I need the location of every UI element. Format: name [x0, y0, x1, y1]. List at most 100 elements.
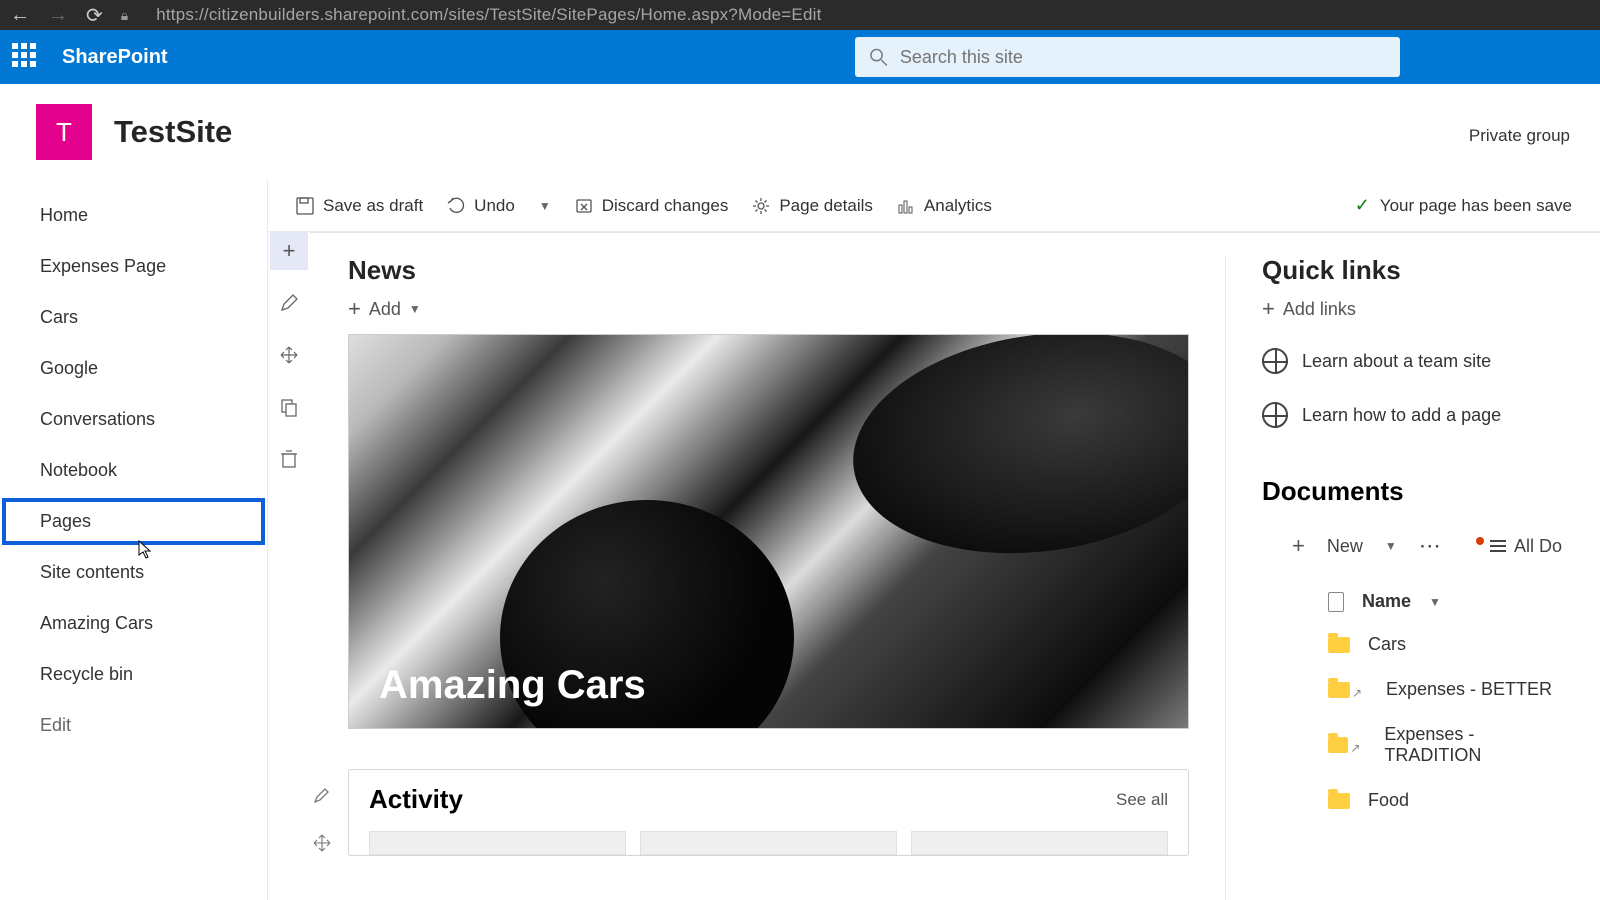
nav-google[interactable]: Google [0, 343, 267, 394]
edit-webpart-icon[interactable] [305, 778, 339, 812]
browser-chrome: ← → ⟳ 🔒︎ https://citizenbuilders.sharepo… [0, 0, 1600, 30]
nav-pages-label: Pages [40, 511, 91, 531]
delete-section-icon[interactable] [270, 440, 308, 478]
app-launcher-icon[interactable] [12, 43, 40, 71]
address-bar[interactable]: https://citizenbuilders.sharepoint.com/s… [156, 5, 821, 25]
left-nav: Home Expenses Page Cars Google Conversat… [0, 180, 268, 900]
save-as-draft-label: Save as draft [323, 196, 423, 216]
save-icon [296, 197, 314, 215]
site-header: T TestSite Private group [0, 84, 1600, 180]
activity-card[interactable] [640, 831, 897, 855]
site-title[interactable]: TestSite [114, 114, 232, 150]
documents-column-header[interactable]: Name ▼ [1262, 581, 1562, 622]
save-status-label: Your page has been save [1380, 196, 1572, 216]
chevron-down-icon: ▼ [409, 302, 421, 316]
news-hero-card[interactable]: Amazing Cars [348, 334, 1189, 729]
quick-link-label: Learn how to add a page [1302, 405, 1501, 426]
command-bar: Save as draft Undo ▼ Discard changes Pag… [268, 180, 1600, 232]
folder-icon [1328, 637, 1350, 653]
discard-changes-button[interactable]: Discard changes [575, 196, 729, 216]
column-divider [1225, 255, 1226, 900]
undo-button[interactable]: Undo [447, 196, 515, 216]
analytics-button[interactable]: Analytics [897, 196, 992, 216]
news-add-button[interactable]: + Add ▼ [348, 296, 1189, 322]
activity-heading: Activity [369, 784, 463, 815]
activity-card[interactable] [369, 831, 626, 855]
quick-link-item[interactable]: Learn about a team site [1262, 334, 1562, 388]
quick-links-heading: Quick links [1262, 255, 1562, 286]
search-box[interactable] [855, 37, 1400, 77]
document-row[interactable]: Cars [1262, 622, 1562, 667]
nav-expenses-page[interactable]: Expenses Page [0, 241, 267, 292]
nav-amazing-cars[interactable]: Amazing Cars [0, 598, 267, 649]
suite-app-name[interactable]: SharePoint [62, 46, 168, 69]
activity-card[interactable] [911, 831, 1168, 855]
news-add-label: Add [369, 299, 401, 320]
chevron-down-icon[interactable]: ▼ [1429, 595, 1441, 609]
nav-conversations[interactable]: Conversations [0, 394, 267, 445]
documents-new-button[interactable]: New [1327, 536, 1363, 557]
quick-link-item[interactable]: Learn how to add a page [1262, 388, 1562, 442]
search-input[interactable] [900, 47, 1386, 68]
documents-view-label[interactable]: All Do [1514, 536, 1562, 557]
site-logo[interactable]: T [36, 104, 92, 160]
more-icon[interactable]: ⋯ [1419, 533, 1443, 559]
quick-links-add-label: Add links [1283, 299, 1356, 320]
document-name: Cars [1368, 634, 1406, 655]
document-row[interactable]: ↗ Expenses - TRADITION [1262, 712, 1562, 778]
add-section-button[interactable]: + [270, 232, 308, 270]
plus-icon: + [348, 296, 361, 322]
search-icon [869, 47, 888, 67]
undo-dropdown-icon[interactable]: ▼ [539, 199, 551, 213]
nav-edit[interactable]: Edit [0, 700, 267, 751]
quick-links-add-button[interactable]: + Add links [1262, 296, 1562, 322]
documents-col-name: Name [1362, 591, 1411, 612]
save-as-draft-button[interactable]: Save as draft [296, 196, 423, 216]
move-section-icon[interactable] [270, 336, 308, 374]
discard-icon [575, 197, 593, 215]
news-heading: News [348, 255, 1189, 286]
nav-cars[interactable]: Cars [0, 292, 267, 343]
folder-icon [1328, 793, 1350, 809]
view-list-icon[interactable] [1490, 540, 1506, 552]
documents-heading: Documents [1262, 476, 1562, 507]
activity-webpart[interactable]: Activity See all [348, 769, 1189, 856]
alert-dot-icon [1476, 537, 1484, 545]
activity-see-all[interactable]: See all [1116, 790, 1168, 810]
nav-notebook[interactable]: Notebook [0, 445, 267, 496]
move-webpart-icon[interactable] [305, 826, 339, 860]
page-details-label: Page details [779, 196, 873, 216]
globe-icon [1262, 348, 1288, 374]
analytics-label: Analytics [924, 196, 992, 216]
edit-section-icon[interactable] [270, 284, 308, 322]
check-icon: ✓ [1355, 195, 1370, 216]
news-hero-title: Amazing Cars [379, 663, 646, 708]
quick-link-label: Learn about a team site [1302, 351, 1491, 372]
document-name: Expenses - TRADITION [1384, 724, 1562, 766]
folder-icon [1328, 737, 1348, 753]
page-details-button[interactable]: Page details [752, 196, 873, 216]
section-toolbox: + [268, 232, 310, 900]
nav-home[interactable]: Home [0, 190, 267, 241]
undo-icon [447, 197, 465, 215]
forward-icon: → [48, 4, 68, 27]
suite-bar: SharePoint [0, 30, 1600, 84]
duplicate-section-icon[interactable] [270, 388, 308, 426]
plus-icon: + [1292, 533, 1305, 559]
document-row[interactable]: ↗ Expenses - BETTER [1262, 667, 1562, 712]
nav-pages[interactable]: Pages [0, 496, 267, 547]
reload-icon[interactable]: ⟳ [86, 3, 103, 28]
nav-site-contents[interactable]: Site contents [0, 547, 267, 598]
file-type-icon [1328, 592, 1344, 612]
analytics-icon [897, 197, 915, 215]
lock-icon: 🔒︎ [121, 7, 128, 24]
undo-label: Undo [474, 196, 515, 216]
site-group-type: Private group [1469, 126, 1570, 146]
chevron-down-icon[interactable]: ▼ [1385, 539, 1397, 553]
nav-recycle-bin[interactable]: Recycle bin [0, 649, 267, 700]
document-row[interactable]: Food [1262, 778, 1562, 823]
discard-label: Discard changes [602, 196, 729, 216]
back-icon[interactable]: ← [10, 4, 30, 27]
document-name: Expenses - BETTER [1386, 679, 1552, 700]
save-status: ✓ Your page has been save [1355, 195, 1572, 216]
